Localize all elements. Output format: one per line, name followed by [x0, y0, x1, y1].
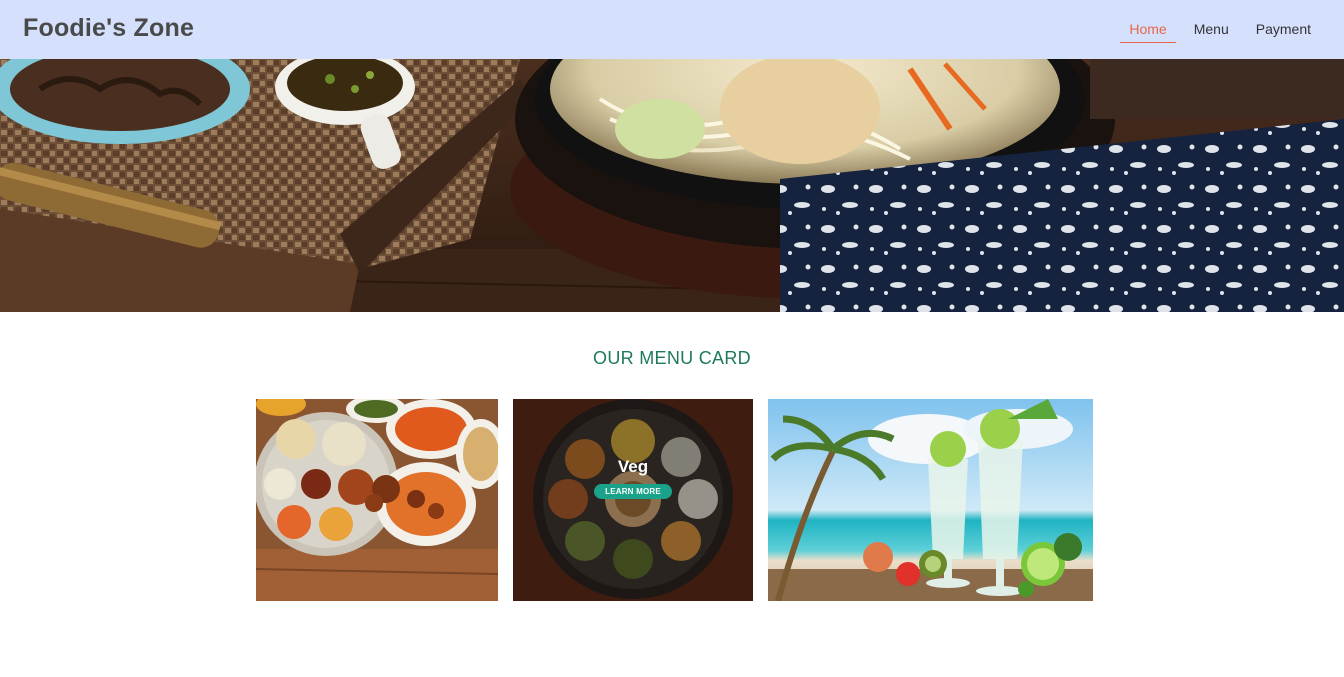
card-title-veg: Veg [617, 457, 649, 476]
card-hover-overlay [513, 399, 753, 601]
menu-card-veg[interactable]: Veg LEARN MORE [513, 399, 753, 601]
hero-banner-image [0, 59, 1344, 312]
menu-card-drinks[interactable] [768, 399, 1093, 601]
section-title: OUR MENU CARD [593, 348, 751, 368]
top-navbar: Foodie's Zone Home Menu Payment [0, 0, 1344, 59]
menu-card-non-veg[interactable] [256, 399, 498, 601]
nav-menu-link[interactable]: Menu [1185, 21, 1238, 43]
nav-payment-link[interactable]: Payment [1247, 21, 1320, 43]
mojito-drinks-image [768, 399, 1093, 601]
brand-logo[interactable]: Foodie's Zone [23, 14, 194, 43]
nav-menu: Home Menu Payment [1111, 21, 1320, 43]
learn-more-button[interactable]: LEARN MORE [594, 484, 672, 499]
nav-home-link[interactable]: Home [1120, 21, 1177, 43]
non-veg-thali-image [256, 399, 498, 601]
